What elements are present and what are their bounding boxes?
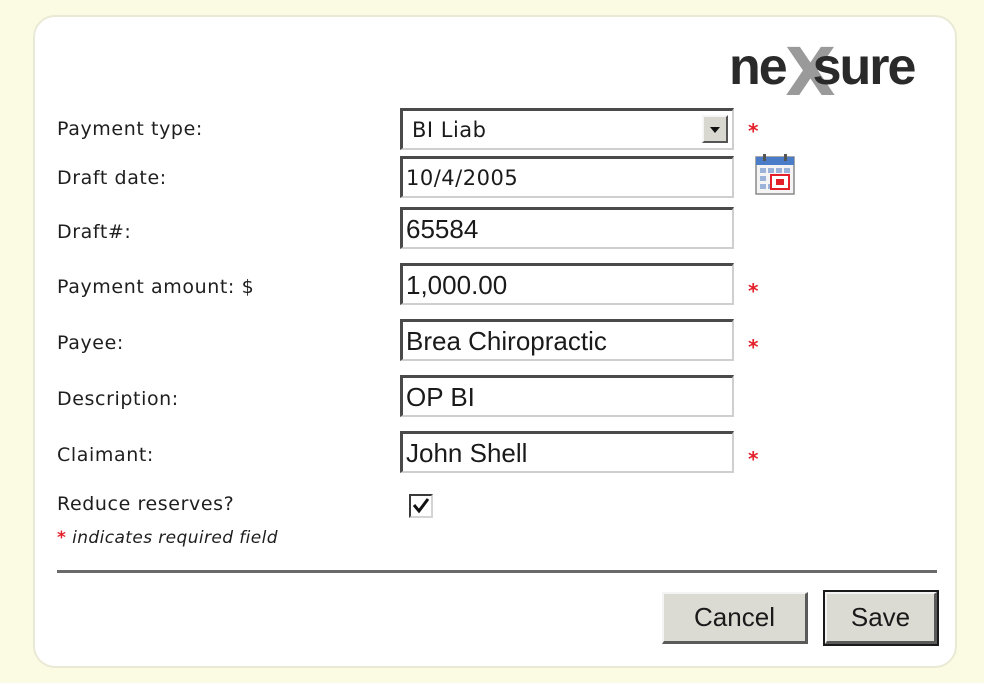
required-marker: *: [748, 335, 759, 359]
required-field-note: * indicates required field: [57, 528, 278, 548]
divider: [57, 570, 937, 573]
nexsure-logo: X nexsure: [729, 35, 939, 106]
claimant-field[interactable]: John Shell: [400, 431, 734, 473]
chevron-down-icon[interactable]: [702, 115, 728, 143]
payee-field[interactable]: Brea Chiropractic: [400, 319, 734, 361]
draft-number-field[interactable]: 65584: [400, 207, 734, 249]
cancel-button[interactable]: Cancel: [662, 592, 808, 644]
payment-type-select[interactable]: BI Liab: [400, 108, 734, 150]
save-button[interactable]: Save: [823, 590, 939, 646]
payment-amount-field[interactable]: 1,000.00: [400, 263, 734, 305]
claimant-label: Claimant:: [57, 444, 154, 466]
payment-type-value: BI Liab: [412, 118, 487, 142]
payment-dialog: X nexsure Payment type: BI Liab * Draft …: [33, 15, 957, 668]
payment-amount-label: Payment amount: $: [57, 276, 255, 298]
reduce-reserves-checkbox[interactable]: [409, 494, 433, 518]
calendar-icon[interactable]: [755, 154, 795, 196]
payee-label: Payee:: [57, 332, 124, 354]
checkmark-icon: [412, 498, 430, 514]
draft-date-label: Draft date:: [57, 167, 167, 189]
required-note-text: indicates required field: [72, 528, 278, 548]
required-marker: *: [748, 279, 759, 303]
required-marker: *: [57, 528, 67, 548]
required-marker: *: [748, 447, 759, 471]
payment-type-label: Payment type:: [57, 118, 203, 140]
reduce-reserves-label: Reduce reserves?: [57, 493, 235, 515]
description-field[interactable]: OP BI: [400, 375, 734, 417]
draft-date-field[interactable]: 10/4/2005: [400, 156, 734, 198]
draft-number-label: Draft#:: [57, 221, 132, 243]
logo-wordmark: nexsure: [729, 38, 916, 96]
required-marker: *: [748, 119, 759, 143]
description-label: Description:: [57, 388, 179, 410]
